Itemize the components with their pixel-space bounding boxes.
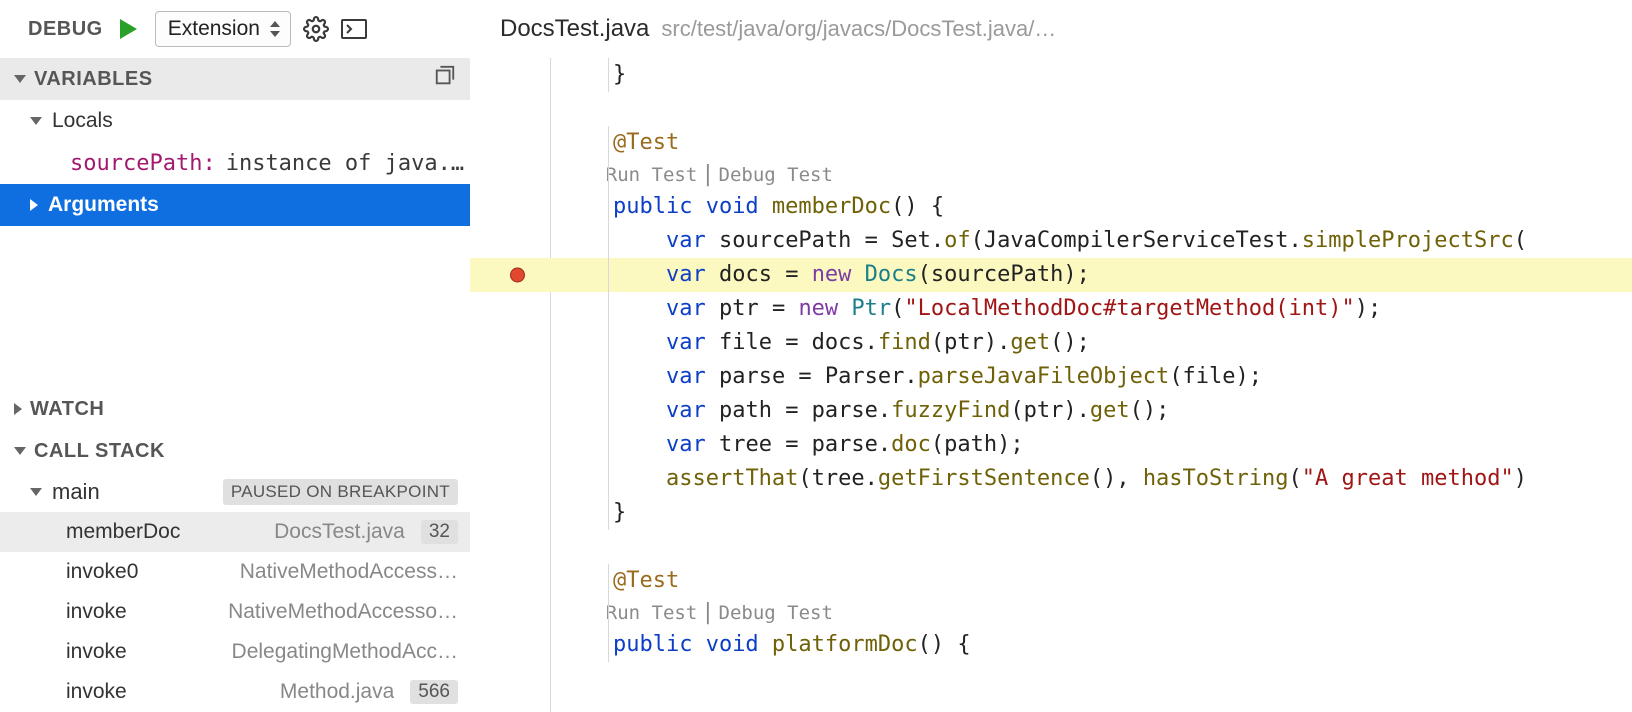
code-editor[interactable]: } @Test Run Test|Debug Test public void … (470, 58, 1632, 712)
callstack-section-header[interactable]: CALL STACK (0, 430, 470, 472)
stack-frame[interactable]: invoke DelegatingMethodAcc… (0, 632, 470, 672)
chevron-down-icon (30, 488, 42, 496)
editor-tab-title[interactable]: DocsTest.java (500, 15, 649, 43)
debug-sidebar: DEBUG Extension VARIABLES Locals sourceP… (0, 0, 470, 712)
variables-section-header[interactable]: VARIABLES (0, 58, 470, 100)
codelens-run-test[interactable]: Run Test (606, 596, 698, 630)
gear-icon[interactable] (303, 16, 329, 42)
collapse-all-icon[interactable] (434, 65, 456, 93)
debug-toolbar: DEBUG Extension (0, 0, 470, 58)
variables-scope-locals[interactable]: Locals (0, 100, 470, 142)
start-debug-button[interactable] (115, 15, 143, 43)
launch-config-select[interactable]: Extension (155, 11, 291, 47)
chevron-down-icon (14, 75, 26, 83)
variables-tree: Locals sourcePath: instance of java.u… A… (0, 100, 470, 230)
editor-tab-path: src/test/java/org/javacs/DocsTest.java/… (661, 16, 1056, 42)
editor-area: DocsTest.java src/test/java/org/javacs/D… (470, 0, 1632, 712)
stack-frame[interactable]: invoke NativeMethodAccesso… (0, 592, 470, 632)
debug-console-icon[interactable] (341, 19, 367, 39)
variable-sourcePath[interactable]: sourcePath: instance of java.u… (0, 142, 470, 184)
callstack-thread-main[interactable]: main PAUSED ON BREAKPOINT (0, 472, 470, 512)
chevron-right-icon (14, 403, 22, 415)
chevron-right-icon (30, 199, 38, 211)
codelens-debug-test[interactable]: Debug Test (719, 596, 833, 630)
current-execution-line: var docs = new Docs(sourcePath); (470, 258, 1632, 292)
codelens-debug-test[interactable]: Debug Test (719, 158, 833, 192)
editor-tab-bar: DocsTest.java src/test/java/org/javacs/D… (470, 0, 1632, 58)
breakpoint-icon[interactable] (510, 268, 525, 283)
variables-scope-arguments[interactable]: Arguments (0, 184, 470, 226)
codelens-run-test[interactable]: Run Test (606, 158, 698, 192)
stack-frame[interactable]: memberDoc DocsTest.java 32 (0, 512, 470, 552)
debug-label: DEBUG (28, 18, 103, 41)
play-icon (120, 19, 137, 39)
stack-frame[interactable]: invoke0 NativeMethodAccess… (0, 552, 470, 592)
chevron-down-icon (14, 447, 26, 455)
watch-section-header[interactable]: WATCH (0, 388, 470, 430)
callstack-tree: main PAUSED ON BREAKPOINT memberDoc Docs… (0, 472, 470, 712)
stack-frame[interactable]: invoke Method.java 566 (0, 672, 470, 712)
thread-state-badge: PAUSED ON BREAKPOINT (223, 479, 458, 505)
chevron-down-icon (30, 117, 42, 125)
